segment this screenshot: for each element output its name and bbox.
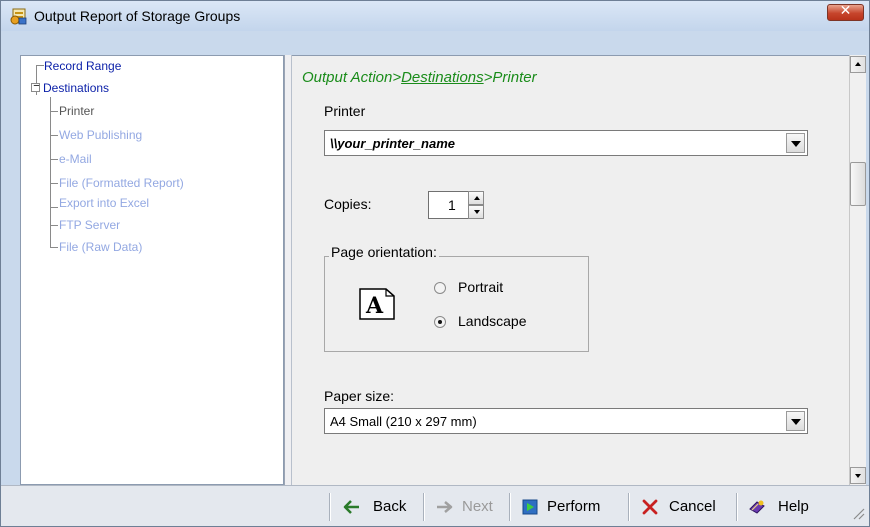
cancel-x-icon [642,499,658,515]
window-title: Output Report of Storage Groups [34,8,241,24]
tree-item-file-formatted[interactable]: File (Formatted Report) [59,176,184,190]
tree-connector [50,111,58,112]
cancel-button[interactable]: Cancel [641,494,729,520]
panel-splitter[interactable] [284,55,292,485]
tree-connector [50,247,58,248]
tree-connector [36,65,44,66]
landscape-label[interactable]: Landscape [458,313,527,329]
tree-item-ftp-server[interactable]: FTP Server [59,218,120,232]
resize-grip-icon[interactable] [849,504,865,520]
arrow-down-icon [474,210,480,214]
toolbar-separator [509,493,511,521]
play-icon [522,499,538,515]
settings-panel: Output Action>Destinations>Printer Print… [292,55,849,485]
toolbar-separator [423,493,425,521]
printer-value: \\your_printer_name [330,136,455,151]
paper-size-value: A4 Small (210 x 297 mm) [330,414,477,429]
tree-connector [50,225,58,226]
scroll-down-button[interactable] [850,467,866,484]
tree-item-destinations[interactable]: Destinations [43,81,109,95]
tree-connector [50,183,58,184]
collapse-icon: − [33,80,40,92]
tree-item-email[interactable]: e-Mail [59,152,92,166]
toolbar-separator [736,493,738,521]
button-bar: Back Next Perform Cancel Help [1,485,869,526]
printer-select[interactable]: \\your_printer_name [324,130,808,156]
orientation-legend: Page orientation: [329,244,439,260]
chevron-down-icon[interactable] [786,411,805,431]
report-app-icon [10,8,27,25]
tree-connector [50,159,58,160]
title-bar: Output Report of Storage Groups ✕ [1,1,869,31]
help-button[interactable]: Help [748,494,822,520]
page-orientation-icon: A [359,288,395,320]
tree-item-record-range[interactable]: Record Range [44,59,121,73]
tree-item-export-excel[interactable]: Export into Excel [59,196,149,210]
svg-text:A: A [365,293,384,319]
tree-item-file-raw[interactable]: File (Raw Data) [59,240,142,254]
copies-increment-button[interactable] [468,191,484,205]
back-button[interactable]: Back [343,494,415,520]
perform-button[interactable]: Perform [521,494,621,520]
scroll-up-button[interactable] [850,56,866,73]
perform-label: Perform [547,498,601,515]
tree-item-web-publishing[interactable]: Web Publishing [59,128,142,142]
back-arrow-icon [343,500,359,514]
vertical-scrollbar[interactable] [849,55,866,485]
help-label: Help [778,498,809,515]
copies-label: Copies: [324,196,372,212]
breadcrumb: Output Action>Destinations>Printer [302,69,537,86]
tree-connector [50,135,58,136]
chevron-down-icon[interactable] [786,133,805,153]
arrow-up-icon [474,196,480,200]
copies-value: 1 [448,197,456,213]
portrait-label[interactable]: Portrait [458,279,503,295]
copies-input[interactable]: 1 [428,191,468,219]
next-arrow-icon [437,501,453,513]
next-label: Next [462,498,493,515]
breadcrumb-destinations-link[interactable]: Destinations [401,69,484,86]
landscape-radio[interactable] [434,316,446,328]
tree-expander-destinations[interactable]: − [31,80,40,92]
close-button[interactable]: ✕ [827,3,864,21]
copies-decrement-button[interactable] [468,205,484,219]
radio-selected-dot [438,320,442,324]
report-window: Output Report of Storage Groups ✕ Record… [0,0,870,527]
arrow-down-icon [855,474,861,478]
tree-connector [50,207,58,208]
scroll-thumb[interactable] [850,162,866,206]
destination-tree[interactable]: Record Range − Destinations Printer Web … [20,55,284,485]
paper-size-select[interactable]: A4 Small (210 x 297 mm) [324,408,808,434]
printer-label: Printer [324,103,366,119]
toolbar-separator [628,493,630,521]
breadcrumb-current: >Printer [483,69,537,86]
help-book-icon [749,500,765,514]
next-button[interactable]: Next [435,494,501,520]
cancel-label: Cancel [669,498,716,515]
close-icon: ✕ [839,3,852,19]
tree-item-printer[interactable]: Printer [59,104,94,118]
portrait-radio[interactable] [434,282,446,294]
breadcrumb-root: Output Action> [302,69,402,86]
toolbar-separator [329,493,331,521]
paper-size-label: Paper size: [324,388,395,404]
back-label: Back [373,498,407,515]
arrow-up-icon [855,62,861,66]
